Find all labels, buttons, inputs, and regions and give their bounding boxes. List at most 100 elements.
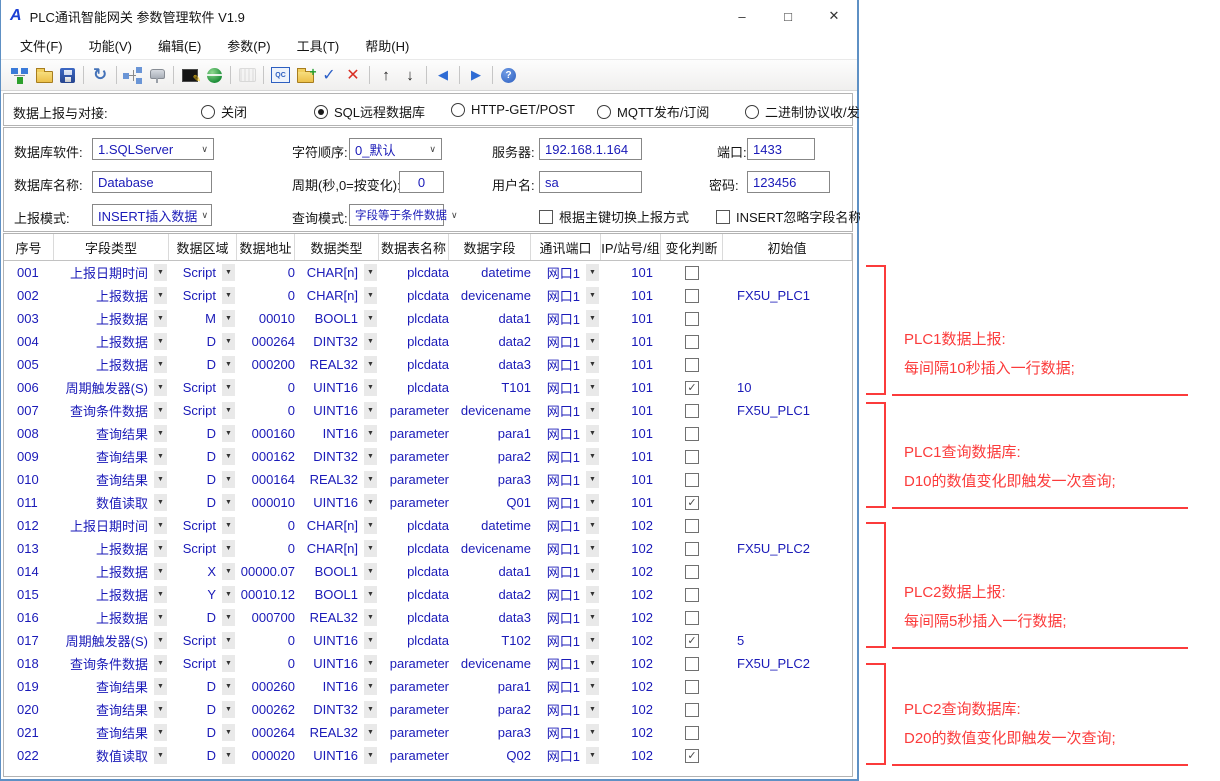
dropdown-button[interactable]: ▼ bbox=[586, 448, 599, 465]
dropdown-button[interactable]: ▼ bbox=[154, 264, 167, 281]
dropdown-button[interactable]: ▼ bbox=[364, 356, 377, 373]
cell-data-address[interactable]: 0 bbox=[237, 403, 295, 418]
cell-field-type[interactable]: 查询结果▼ bbox=[54, 424, 169, 443]
serial-port-icon[interactable] bbox=[146, 65, 168, 86]
change-checkbox[interactable] bbox=[685, 703, 699, 717]
menu-file[interactable]: 文件(F) bbox=[7, 32, 76, 59]
dropdown-button[interactable]: ▼ bbox=[222, 287, 235, 304]
cell-table-name[interactable]: plcdata bbox=[379, 610, 449, 625]
dropdown-button[interactable]: ▼ bbox=[154, 402, 167, 419]
dropdown-button[interactable]: ▼ bbox=[364, 448, 377, 465]
cell-data-address[interactable]: 000700 bbox=[237, 610, 295, 625]
dropdown-button[interactable]: ▼ bbox=[586, 402, 599, 419]
cell-data-type[interactable]: BOOL1▼ bbox=[295, 310, 379, 327]
cell-data-area[interactable]: D▼ bbox=[169, 494, 237, 511]
cell-data-address[interactable]: 000262 bbox=[237, 702, 295, 717]
cell-comm-port[interactable]: 网口1▼ bbox=[531, 332, 601, 351]
cell-data-area[interactable]: D▼ bbox=[169, 724, 237, 741]
dropdown-button[interactable]: ▼ bbox=[586, 264, 599, 281]
dropdown-button[interactable]: ▼ bbox=[364, 724, 377, 741]
cell-data-address[interactable]: 000164 bbox=[237, 472, 295, 487]
cell-field-type[interactable]: 数值读取▼ bbox=[54, 746, 169, 765]
dropdown-button[interactable]: ▼ bbox=[364, 586, 377, 603]
dropdown-button[interactable]: ▼ bbox=[364, 747, 377, 764]
dropdown-button[interactable]: ▼ bbox=[154, 517, 167, 534]
cell-table-name[interactable]: parameter bbox=[379, 426, 449, 441]
dropdown-button[interactable]: ▼ bbox=[222, 655, 235, 672]
change-checkbox[interactable] bbox=[685, 289, 699, 303]
cell-table-name[interactable]: plcdata bbox=[379, 334, 449, 349]
cell-data-address[interactable]: 0 bbox=[237, 656, 295, 671]
dropdown-button[interactable]: ▼ bbox=[222, 379, 235, 396]
dropdown-button[interactable]: ▼ bbox=[586, 609, 599, 626]
cell-field-type[interactable]: 上报数据▼ bbox=[54, 286, 169, 305]
cell-data-field[interactable]: para1 bbox=[449, 679, 531, 694]
cell-table-name[interactable]: parameter bbox=[379, 725, 449, 740]
change-checkbox[interactable] bbox=[685, 450, 699, 464]
cell-field-type[interactable]: 查询结果▼ bbox=[54, 470, 169, 489]
cell-index[interactable]: 013 bbox=[4, 541, 54, 556]
cell-index[interactable]: 018 bbox=[4, 656, 54, 671]
dropdown-button[interactable]: ▼ bbox=[222, 471, 235, 488]
apply-icon[interactable]: ✓ bbox=[318, 65, 340, 86]
cycle-input[interactable]: 0 bbox=[399, 171, 444, 193]
cell-field-type[interactable]: 上报数据▼ bbox=[54, 562, 169, 581]
dropdown-button[interactable]: ▼ bbox=[586, 678, 599, 695]
cell-field-type[interactable]: 上报数据▼ bbox=[54, 539, 169, 558]
dropdown-button[interactable]: ▼ bbox=[364, 425, 377, 442]
report-mode-select[interactable]: INSERT插入数据 ∨ bbox=[92, 204, 212, 226]
cell-index[interactable]: 021 bbox=[4, 725, 54, 740]
cell-data-area[interactable]: X▼ bbox=[169, 563, 237, 580]
page-next-icon[interactable]: ▶ bbox=[465, 65, 487, 86]
cell-index[interactable]: 002 bbox=[4, 288, 54, 303]
minimize-button[interactable]: – bbox=[719, 0, 765, 32]
cell-station[interactable]: 102 bbox=[601, 518, 661, 533]
dropdown-button[interactable]: ▼ bbox=[222, 356, 235, 373]
cell-index[interactable]: 001 bbox=[4, 265, 54, 280]
cell-station[interactable]: 101 bbox=[601, 380, 661, 395]
cell-data-area[interactable]: D▼ bbox=[169, 747, 237, 764]
move-down-icon[interactable]: ↓ bbox=[399, 65, 421, 86]
device-edit-icon[interactable] bbox=[179, 65, 201, 86]
page-prev-icon[interactable]: ◀ bbox=[432, 65, 454, 86]
cell-data-address[interactable]: 0 bbox=[237, 380, 295, 395]
cell-data-area[interactable]: Script▼ bbox=[169, 264, 237, 281]
dropdown-button[interactable]: ▼ bbox=[364, 701, 377, 718]
cell-field-type[interactable]: 周期触发器(S)▼ bbox=[54, 631, 169, 650]
cell-index[interactable]: 012 bbox=[4, 518, 54, 533]
cell-data-field[interactable]: para2 bbox=[449, 702, 531, 717]
cell-station[interactable]: 101 bbox=[601, 472, 661, 487]
dropdown-button[interactable]: ▼ bbox=[222, 402, 235, 419]
menu-params[interactable]: 参数(P) bbox=[214, 32, 283, 59]
cell-data-field[interactable]: T101 bbox=[449, 380, 531, 395]
radio-option-2[interactable]: HTTP-GET/POST bbox=[451, 102, 575, 117]
project-tree-icon[interactable] bbox=[9, 65, 31, 86]
cell-index[interactable]: 020 bbox=[4, 702, 54, 717]
cell-data-field[interactable]: devicename bbox=[449, 541, 531, 556]
cell-data-field[interactable]: data2 bbox=[449, 334, 531, 349]
cell-table-name[interactable]: plcdata bbox=[379, 587, 449, 602]
cell-data-type[interactable]: DINT32▼ bbox=[295, 701, 379, 718]
cell-data-type[interactable]: REAL32▼ bbox=[295, 724, 379, 741]
dropdown-button[interactable]: ▼ bbox=[364, 264, 377, 281]
change-checkbox[interactable] bbox=[685, 335, 699, 349]
cell-initial-value[interactable]: FX5U_PLC2 bbox=[723, 541, 852, 556]
cell-comm-port[interactable]: 网口1▼ bbox=[531, 493, 601, 512]
dropdown-button[interactable]: ▼ bbox=[222, 540, 235, 557]
dropdown-button[interactable]: ▼ bbox=[154, 287, 167, 304]
menu-edit[interactable]: 编辑(E) bbox=[145, 32, 214, 59]
dropdown-button[interactable]: ▼ bbox=[586, 356, 599, 373]
save-icon[interactable] bbox=[60, 68, 75, 83]
cell-data-type[interactable]: UINT16▼ bbox=[295, 632, 379, 649]
cell-station[interactable]: 102 bbox=[601, 679, 661, 694]
dropdown-button[interactable]: ▼ bbox=[222, 448, 235, 465]
cell-data-field[interactable]: para3 bbox=[449, 472, 531, 487]
dropdown-button[interactable]: ▼ bbox=[364, 609, 377, 626]
cell-data-field[interactable]: datetime bbox=[449, 265, 531, 280]
cell-table-name[interactable]: parameter bbox=[379, 656, 449, 671]
username-input[interactable]: sa bbox=[539, 171, 642, 193]
cell-table-name[interactable]: parameter bbox=[379, 702, 449, 717]
cell-field-type[interactable]: 上报数据▼ bbox=[54, 585, 169, 604]
dropdown-button[interactable]: ▼ bbox=[364, 333, 377, 350]
change-checkbox[interactable] bbox=[685, 611, 699, 625]
